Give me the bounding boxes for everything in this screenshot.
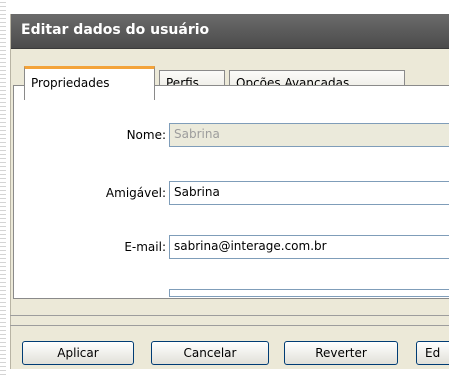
friendly-name-field[interactable]: Sabrina (169, 181, 449, 205)
torn-left-edge (0, 0, 6, 378)
name-label: Nome: (126, 128, 166, 142)
name-field: Sabrina (169, 123, 449, 147)
email-field[interactable]: sabrina@interage.com.br (169, 235, 449, 259)
apply-button[interactable]: Aplicar (22, 341, 134, 365)
next-field-partial[interactable] (169, 289, 449, 297)
separator-bottom (10, 325, 449, 326)
dialog-title: Editar dados do usuário (21, 22, 210, 38)
title-bar[interactable]: Editar dados do usuário (11, 14, 449, 49)
email-label-wrap: E-mail: (60, 240, 166, 260)
edit-button[interactable]: Ed (416, 341, 449, 365)
email-label: E-mail: (124, 240, 166, 254)
name-label-wrap: Nome: (60, 128, 166, 148)
friendly-label-wrap: Amigável: (60, 186, 166, 206)
separator-top (10, 315, 449, 316)
tab-properties[interactable]: Propriedades (24, 66, 155, 100)
revert-button[interactable]: Reverter (284, 341, 398, 365)
tab-properties-label: Propriedades (31, 76, 110, 90)
screenshot: Editar dados do usuário Propriedades Per… (0, 0, 449, 378)
cancel-button[interactable]: Cancelar (151, 341, 269, 365)
friendly-name-label: Amigável: (105, 186, 166, 200)
